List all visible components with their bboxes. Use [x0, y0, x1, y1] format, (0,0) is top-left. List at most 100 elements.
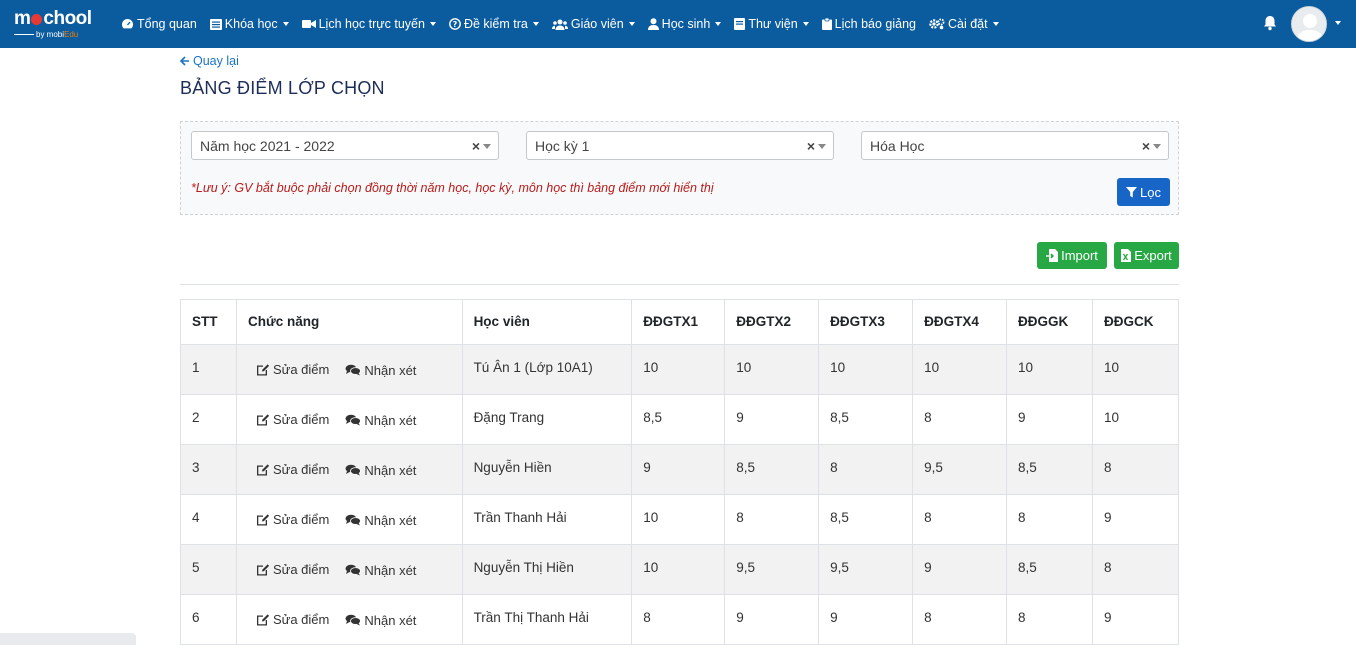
edit-score-label: Sửa điểm: [272, 612, 330, 627]
menu-label: Cài đặt: [948, 17, 988, 31]
comment-button[interactable]: Nhận xét: [345, 363, 416, 378]
edit-icon: [256, 364, 270, 376]
table-header-row: STT Chức năng Học viên ĐĐGTX1 ĐĐGTX2 ĐĐG…: [180, 299, 1180, 345]
cell-stt: 1: [180, 344, 237, 395]
comment-label: Nhận xét: [364, 512, 417, 528]
menu-item-khoa-hoc[interactable]: Khóa học: [209, 17, 289, 31]
file-import-icon: [1046, 249, 1059, 262]
comment-button[interactable]: Nhận xét: [345, 463, 416, 478]
question-circle-icon: ?: [449, 18, 461, 30]
cell-score: 9: [724, 594, 820, 645]
filter-panel: Năm học 2021 - 2022 × Học kỳ 1 × Hóa Học…: [180, 121, 1179, 215]
cell-stt: 2: [180, 394, 237, 445]
comment-button[interactable]: Nhận xét: [345, 513, 416, 528]
edit-icon: [256, 464, 270, 476]
cell-score: 9: [724, 394, 820, 445]
browser-status-bar: [0, 633, 136, 645]
back-label: Quay lại: [193, 54, 239, 68]
back-link[interactable]: Quay lại: [180, 54, 239, 68]
column-header-ddgtx3: ĐĐGTX3: [818, 299, 914, 345]
comment-label: Nhận xét: [364, 562, 417, 578]
clear-icon[interactable]: ×: [807, 138, 815, 154]
edit-score-label: Sửa điểm: [272, 512, 330, 527]
semester-select[interactable]: Học kỳ 1 ×: [526, 131, 834, 160]
cell-actions: Sửa điểm Nhận xét: [235, 494, 463, 545]
notification-bell-icon[interactable]: [1263, 15, 1277, 36]
column-header-ddggk: ĐĐGGK: [1006, 299, 1093, 345]
cell-stt: 4: [180, 494, 237, 545]
menu-item-tong-quan[interactable]: Tổng quan: [121, 17, 197, 31]
arrow-left-icon: [180, 56, 189, 66]
edit-score-label: Sửa điểm: [272, 362, 330, 377]
filter-icon: [1126, 186, 1138, 197]
cell-student: Nguyễn Hiền: [461, 444, 633, 495]
comment-button[interactable]: Nhận xét: [345, 563, 416, 578]
select-value: Học kỳ 1: [535, 138, 590, 154]
cell-score: 10: [1006, 344, 1093, 395]
menu-label: Lịch báo giảng: [834, 17, 916, 31]
menu-label: Thư viện: [748, 17, 798, 31]
cell-actions: Sửa điểm Nhận xét: [235, 344, 463, 395]
column-header-stt: STT: [180, 299, 237, 345]
menu-item-lich-bao-giang[interactable]: Lịch báo giảng: [821, 17, 916, 31]
menu-item-hoc-sinh[interactable]: Học sinh: [647, 17, 722, 31]
comment-button[interactable]: Nhận xét: [345, 413, 416, 428]
dropdown-arrow-icon: [818, 144, 826, 149]
menu-item-lich-hoc-truc-tuyen[interactable]: Lịch học trực tuyến: [301, 17, 436, 31]
column-header-ddgck: ĐĐGCK: [1091, 299, 1180, 345]
cell-score: 8,5: [1006, 544, 1093, 595]
excel-file-icon: [1121, 249, 1132, 262]
cell-stt: 5: [180, 544, 237, 595]
table-row: 5 Sửa điểm Nhận xét Nguyễn Thị Hiền 10 9,5 9,5…: [180, 544, 1180, 595]
cell-score: 8,5: [631, 394, 726, 445]
subject-select[interactable]: Hóa Học ×: [861, 131, 1169, 160]
menu-label: Khóa học: [224, 17, 278, 31]
edit-score-button[interactable]: Sửa điểm: [256, 412, 329, 427]
menu-item-de-kiem-tra[interactable]: ? Đề kiểm tra: [449, 17, 539, 31]
import-button[interactable]: Import: [1037, 242, 1107, 269]
cell-score: 10: [912, 344, 1008, 395]
cell-score: 8: [912, 394, 1008, 445]
edit-icon: [256, 514, 270, 526]
menu-label: Tổng quan: [137, 17, 197, 31]
column-header-ddgtx1: ĐĐGTX1: [631, 299, 726, 345]
cell-stt: 3: [180, 444, 237, 495]
comment-button[interactable]: Nhận xét: [345, 613, 416, 628]
dropdown-arrow-icon: [1153, 144, 1161, 149]
select-value: Năm học 2021 - 2022: [200, 138, 335, 154]
users-icon: [551, 19, 568, 30]
cell-score: 9,5: [724, 544, 820, 595]
clear-icon[interactable]: ×: [472, 138, 480, 154]
comments-icon: [345, 614, 362, 626]
school-year-select[interactable]: Năm học 2021 - 2022 ×: [191, 131, 499, 160]
edit-score-button[interactable]: Sửa điểm: [256, 512, 329, 527]
table-row: 4 Sửa điểm Nhận xét Trần Thanh Hải 10 8 8,5 8 8 9: [180, 494, 1180, 545]
filter-note: *Lưu ý: GV bắt buộc phải chọn đồng thời …: [191, 181, 714, 195]
edit-score-button[interactable]: Sửa điểm: [256, 462, 329, 477]
user-avatar[interactable]: [1291, 6, 1327, 42]
cell-score: 10: [1091, 394, 1180, 445]
cell-actions: Sửa điểm Nhận xét: [235, 544, 463, 595]
filter-button[interactable]: Lọc: [1117, 178, 1170, 206]
cell-score: 9: [1006, 394, 1093, 445]
edit-score-button[interactable]: Sửa điểm: [256, 612, 329, 627]
edit-score-label: Sửa điểm: [272, 462, 330, 477]
edit-score-button[interactable]: Sửa điểm: [256, 362, 329, 377]
edit-score-button[interactable]: Sửa điểm: [256, 562, 329, 577]
menu-label: Học sinh: [661, 17, 711, 31]
top-navbar: m chool by mobiEdu Tổng quan Khóa học Lịc…: [0, 0, 1356, 48]
menu-item-cai-dat[interactable]: Cài đặt: [929, 17, 999, 31]
chevron-down-icon[interactable]: [1335, 21, 1341, 25]
clear-icon[interactable]: ×: [1142, 138, 1150, 154]
comment-label: Nhận xét: [364, 362, 417, 378]
menu-item-thu-vien[interactable]: Thư viện: [734, 17, 809, 31]
cell-student: Trần Thị Thanh Hải: [461, 594, 633, 645]
export-button[interactable]: Export: [1114, 242, 1179, 269]
chevron-down-icon: [429, 22, 436, 26]
comments-icon: [345, 514, 362, 526]
export-label: Export: [1134, 248, 1172, 263]
edit-icon: [256, 614, 270, 626]
mschool-logo[interactable]: m chool by mobiEdu: [14, 8, 104, 40]
cell-student: Tú Ân 1 (Lớp 10A1): [461, 344, 633, 395]
menu-item-giao-vien[interactable]: Giáo viên: [551, 17, 635, 31]
